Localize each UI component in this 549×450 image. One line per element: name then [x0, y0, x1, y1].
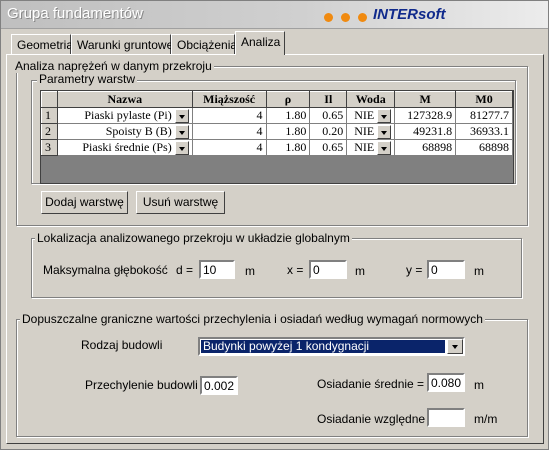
building-type-value: Budynki powyżej 1 kondygnacji [201, 340, 445, 353]
col-header-miazszosc: Miąższość [191, 91, 267, 108]
water-combo[interactable]: NIE [346, 139, 396, 156]
m0-cell[interactable]: 68898 [455, 139, 513, 156]
thickness-cell[interactable]: 4 [191, 107, 267, 124]
tab-obciazenia[interactable]: Obciążenia [171, 34, 237, 54]
col-header-rho: ρ [265, 91, 311, 108]
col-header-m0: M0 [455, 91, 513, 108]
logo-dots [324, 11, 375, 25]
m-cell[interactable]: 68898 [394, 139, 457, 156]
building-type-select[interactable]: Budynki powyżej 1 kondygnacji [198, 337, 465, 356]
row-number: 2 [41, 123, 58, 140]
m0-cell[interactable]: 36933.1 [455, 123, 513, 140]
thickness-cell[interactable]: 4 [191, 139, 267, 156]
avg-settlement-input[interactable]: 0.080 [427, 373, 465, 392]
il-cell[interactable]: 0.65 [309, 139, 348, 156]
main-window: Grupa fundamentów INTERsoft Geometria Wa… [0, 0, 549, 450]
intersoft-logo: INTERsoft [373, 6, 446, 23]
col-header-m: M [394, 91, 457, 108]
rel-settlement-unit: m/m [474, 412, 498, 426]
dropdown-arrow-icon[interactable] [377, 108, 392, 123]
table-header-row: Nazwa Miąższość ρ Il Woda M M0 [41, 91, 513, 108]
layers-grid[interactable]: Nazwa Miąższość ρ Il Woda M M0 1 Piaski … [40, 90, 514, 184]
x-unit: m [355, 264, 365, 278]
table-row[interactable]: 2 Spoisty B (B) 4 1.80 0.20 NIE 49231.8 … [41, 123, 513, 140]
row-number: 1 [41, 107, 58, 124]
d-label: d = [176, 263, 194, 277]
water-combo[interactable]: NIE [346, 123, 396, 140]
rho-cell[interactable]: 1.80 [265, 139, 311, 156]
x-input[interactable]: 0 [309, 260, 347, 279]
name-combo[interactable]: Piaski pylaste (Pi) [56, 107, 193, 124]
dropdown-arrow-icon[interactable] [174, 124, 189, 139]
il-cell[interactable]: 0.65 [309, 107, 348, 124]
dropdown-arrow-icon[interactable] [377, 124, 392, 139]
table-row[interactable]: 3 Piaski średnie (Ps) 4 1.80 0.65 NIE 68… [41, 139, 513, 156]
tab-analiza[interactable]: Analiza [235, 31, 285, 55]
rho-cell[interactable]: 1.80 [265, 123, 311, 140]
layers-table: Nazwa Miąższość ρ Il Woda M M0 1 Piaski … [41, 91, 513, 156]
thickness-cell[interactable]: 4 [191, 123, 267, 140]
name-combo[interactable]: Piaski średnie (Ps) [56, 139, 193, 156]
d-unit: m [245, 264, 255, 278]
table-row[interactable]: 1 Piaski pylaste (Pi) 4 1.80 0.65 NIE 12… [41, 107, 513, 124]
rel-settlement-input[interactable] [427, 408, 465, 427]
tilt-label: Przechylenie budowli = [85, 378, 209, 392]
window-title: Grupa fundamentów [7, 5, 143, 22]
water-combo[interactable]: NIE [346, 107, 396, 124]
building-type-label: Rodzaj budowli [81, 338, 163, 352]
m0-cell[interactable]: 81277.7 [455, 107, 513, 124]
max-depth-label: Maksymalna głębokość [43, 263, 168, 277]
rho-cell[interactable]: 1.80 [265, 107, 311, 124]
m-cell[interactable]: 49231.8 [394, 123, 457, 140]
row-number: 3 [41, 139, 58, 156]
y-input[interactable]: 0 [427, 260, 465, 279]
y-unit: m [474, 264, 484, 278]
avg-settlement-unit: m [474, 378, 484, 392]
col-header-il: Il [309, 91, 348, 108]
title-bar: Grupa fundamentów INTERsoft [1, 1, 548, 29]
rel-settlement-label: Osiadanie względne = [317, 412, 436, 426]
params-group-label: Parametry warstw [37, 72, 138, 86]
corner-cell [41, 91, 58, 108]
tab-geometria[interactable]: Geometria [11, 34, 73, 54]
remove-layer-button[interactable]: Usuń warstwę [136, 191, 225, 214]
dropdown-arrow-icon[interactable] [377, 140, 392, 155]
tab-warunki-gruntowe[interactable]: Warunki gruntowe [71, 34, 173, 54]
analysis-group-label: Analiza naprężeń w danym przekroju [13, 59, 214, 73]
col-header-woda: Woda [346, 91, 396, 108]
limits-group-label: Dopuszczalne graniczne wartości przechyl… [20, 312, 485, 326]
localization-group-label: Lokalizacja analizowanego przekroju w uk… [35, 231, 352, 245]
avg-settlement-label: Osiadanie średnie = [317, 377, 425, 391]
dropdown-arrow-icon[interactable] [174, 108, 189, 123]
dropdown-arrow-icon[interactable] [174, 140, 189, 155]
col-header-nazwa: Nazwa [56, 91, 193, 108]
depth-input[interactable]: 10 [199, 260, 235, 279]
name-combo[interactable]: Spoisty B (B) [56, 123, 193, 140]
il-cell[interactable]: 0.20 [309, 123, 348, 140]
x-label: x = [287, 263, 304, 277]
y-label: y = [406, 263, 423, 277]
m-cell[interactable]: 127328.9 [394, 107, 457, 124]
chevron-down-icon[interactable] [447, 339, 463, 354]
tilt-input[interactable]: 0.002 [200, 376, 238, 395]
add-layer-button[interactable]: Dodaj warstwę [41, 191, 128, 214]
